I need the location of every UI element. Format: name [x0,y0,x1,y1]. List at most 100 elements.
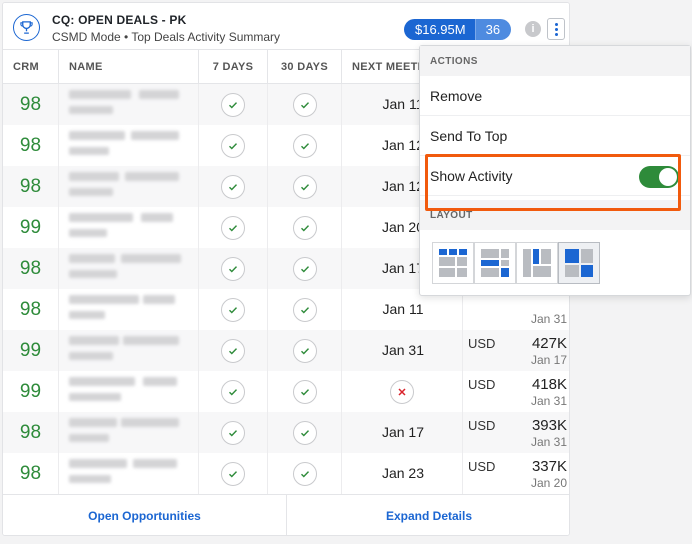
redacted-text [69,311,105,319]
deal-name-redacted[interactable] [59,207,199,248]
check-icon [292,420,317,445]
activity-30-days [268,412,342,453]
actions-menu: ACTIONS Remove Send To Top Show Activity… [419,45,691,296]
next-meeting-date: Jan 23 [342,453,463,494]
crm-score: 98 [3,453,59,494]
check-icon [221,174,245,199]
next-meeting-date [342,371,463,412]
redacted-text [143,295,175,304]
activity-7-days [199,125,268,166]
deal-name-redacted[interactable] [59,412,199,453]
activity-7-days [199,289,268,330]
open-opportunities-link[interactable]: Open Opportunities [3,495,286,535]
activity-7-days [199,166,268,207]
redacted-text [143,377,177,386]
deal-amount-cell: 427K Jan 17 [487,335,567,367]
activity-30-days [268,453,342,494]
layout-tall-left-icon[interactable] [516,242,558,284]
activity-7-days [199,330,268,371]
table-row[interactable]: 98 Jan 23 USD 337K Jan 20 [3,453,569,494]
redacted-text [69,352,113,360]
activity-7-days [199,412,268,453]
layout-wide-left-icon[interactable] [474,242,516,284]
deal-name-redacted[interactable] [59,289,199,330]
redacted-text [69,188,113,196]
redacted-text [121,418,179,427]
deal-amount: 418K [531,376,567,393]
deal-name-redacted[interactable] [59,84,199,125]
layout-small-tiles-icon[interactable] [432,242,474,284]
deal-name-redacted[interactable] [59,125,199,166]
activity-7-days [199,248,268,289]
activity-30-days [268,248,342,289]
crm-score: 98 [3,166,59,207]
redacted-text [69,336,119,345]
redacted-text [69,295,139,304]
redacted-text [69,270,117,278]
card-subtitle: CSMD Mode • Top Deals Activity Summary [52,30,281,44]
col-name[interactable]: NAME [59,50,199,84]
activity-30-days [268,289,342,330]
crm-score: 98 [3,248,59,289]
crm-score: 98 [3,412,59,453]
redacted-text [69,229,107,237]
activity-7-days [199,84,268,125]
activity-30-days [268,125,342,166]
deal-name-redacted[interactable] [59,248,199,289]
check-icon [221,338,245,363]
layout-section-header: LAYOUT [420,200,690,230]
deal-amount: 427K [531,335,567,352]
deal-count[interactable]: 36 [474,19,512,40]
redacted-text [69,418,117,427]
send-to-top-menu-item[interactable]: Send To Top [420,116,690,156]
col-crm[interactable]: CRM [3,50,59,84]
total-amount[interactable]: $16.95M [404,19,475,40]
crm-score: 99 [3,330,59,371]
redacted-text [131,131,179,140]
activity-30-days [268,371,342,412]
info-icon[interactable]: i [525,21,541,37]
redacted-text [69,90,131,99]
check-icon [292,256,317,281]
trophy-icon [13,14,40,41]
card-header: CQ: OPEN DEALS - PK CSMD Mode • Top Deal… [3,3,569,50]
cross-icon [390,379,414,404]
col-30-days[interactable]: 30 DAYS [268,50,342,84]
layout-options [432,242,600,284]
redacted-text [139,90,179,99]
activity-30-days [268,84,342,125]
layout-large-tile-icon[interactable] [558,242,600,284]
actions-section-header: ACTIONS [420,46,690,76]
remove-menu-item[interactable]: Remove [420,76,690,116]
table-row[interactable]: 99 USD 418K Jan 31 [3,371,569,412]
redacted-text [69,172,119,181]
col-7-days[interactable]: 7 DAYS [199,50,268,84]
table-row[interactable]: 99 Jan 31 USD 427K Jan 17 [3,330,569,371]
check-icon [221,256,245,281]
redacted-text [121,254,181,263]
check-icon [292,92,317,117]
deal-name-redacted[interactable] [59,371,199,412]
check-icon [221,420,245,445]
redacted-text [69,147,109,155]
summary-pill[interactable]: $16.95M 36 [404,19,512,40]
deal-name-redacted[interactable] [59,166,199,207]
redacted-text [69,131,125,140]
check-icon [292,461,317,486]
redacted-text [69,106,113,114]
activity-30-days [268,207,342,248]
deal-name-redacted[interactable] [59,330,199,371]
check-icon [292,215,317,240]
check-icon [292,338,317,363]
card-title: CQ: OPEN DEALS - PK [52,13,187,27]
more-options-icon[interactable] [547,18,565,40]
redacted-text [69,377,135,386]
table-row[interactable]: 98 Jan 17 USD 393K Jan 31 [3,412,569,453]
check-icon [292,133,317,158]
show-activity-menu-item[interactable]: Show Activity [420,156,690,196]
show-activity-toggle[interactable] [639,166,679,188]
crm-score: 99 [3,207,59,248]
expand-details-link[interactable]: Expand Details [287,495,569,535]
deal-name-redacted[interactable] [59,453,199,494]
next-meeting-date: Jan 17 [342,412,463,453]
